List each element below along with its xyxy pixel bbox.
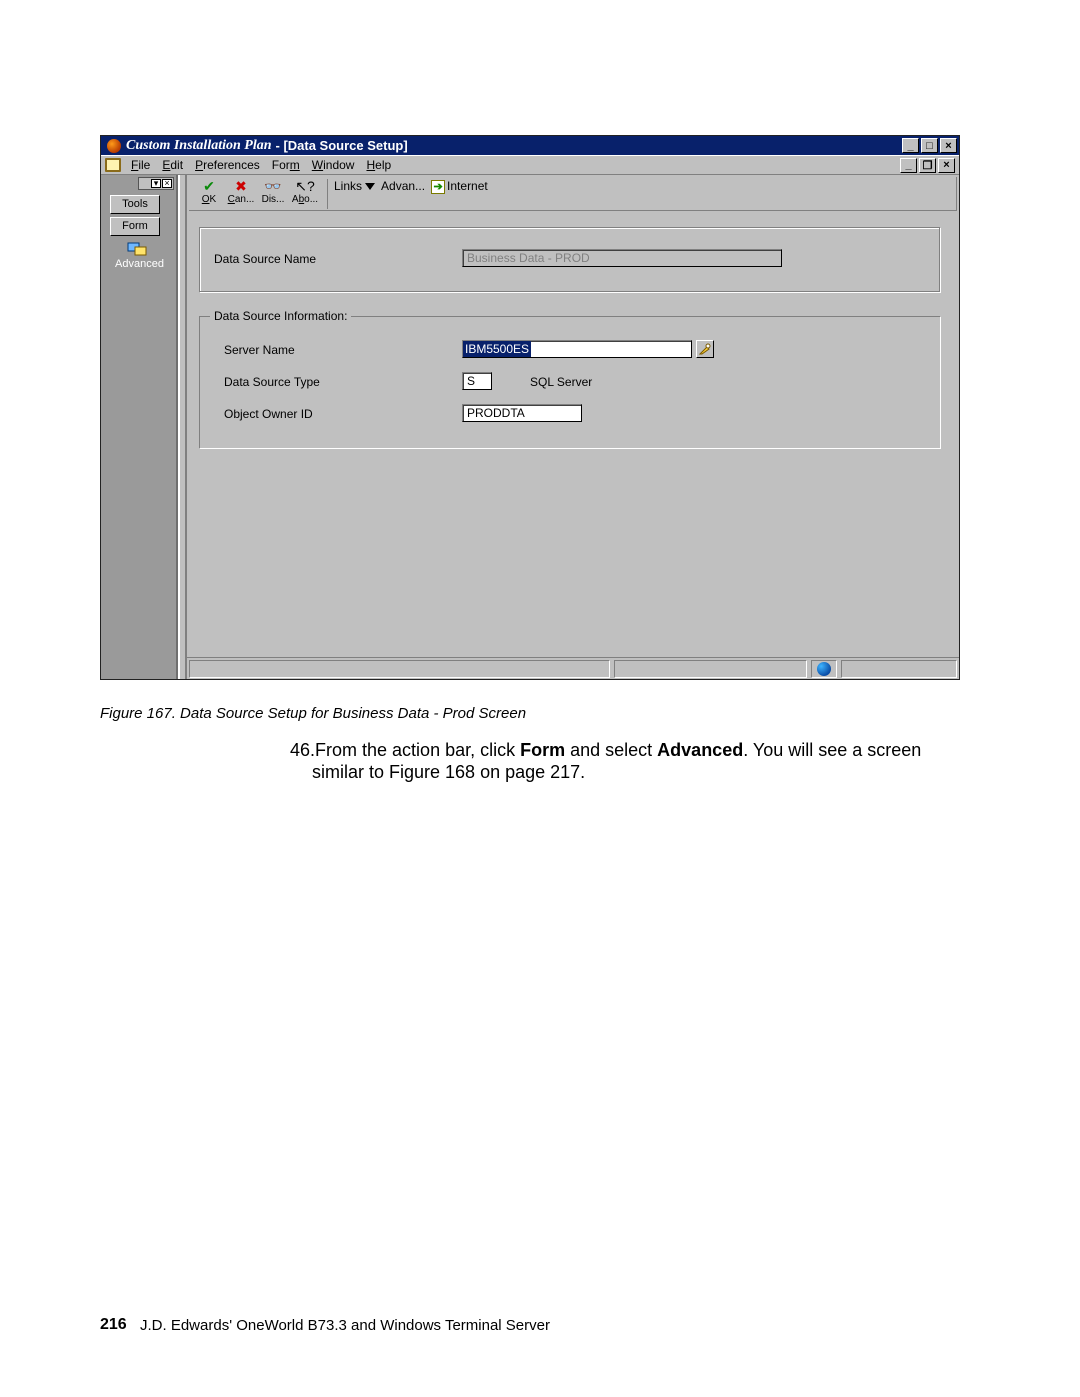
document-icon <box>105 158 121 172</box>
title-bar: Custom Installation Plan - [Data Source … <box>101 136 959 155</box>
globe-icon <box>817 662 831 676</box>
toolbar: ✔ OK ✖ Can... 👓 Dis... ↖? <box>189 177 957 211</box>
left-panel: ▾× Tools Form Advanced <box>101 175 178 679</box>
status-cell-3 <box>841 660 957 678</box>
app-title: Custom Installation Plan <box>126 138 272 154</box>
app-icon <box>107 139 121 153</box>
status-globe <box>811 660 837 678</box>
cancel-button[interactable]: ✖ Can... <box>225 179 257 209</box>
step-line-2: similar to Figure 168 on page 217. <box>312 762 585 783</box>
menu-help[interactable]: Help <box>360 158 397 172</box>
server-lookup-button[interactable] <box>696 340 714 358</box>
check-icon: ✔ <box>201 179 217 193</box>
step-line-1: 46.From the action bar, click Form and s… <box>290 740 921 761</box>
window-subtitle: - [Data Source Setup] <box>276 138 408 153</box>
vertical-splitter[interactable] <box>178 175 187 679</box>
internet-icon: ➔ <box>431 180 445 194</box>
minimize-button[interactable]: _ <box>902 138 919 153</box>
help-arrow-icon: ↖? <box>297 179 313 193</box>
app-window: Custom Installation Plan - [Data Source … <box>100 135 960 680</box>
menu-file[interactable]: File <box>125 158 156 172</box>
main-panel: ✔ OK ✖ Can... 👓 Dis... ↖? <box>187 175 959 679</box>
menu-bar: File Edit Preferences Form Window Help _… <box>101 155 959 175</box>
status-cell-2 <box>614 660 807 678</box>
ds-name-field: Business Data - PROD <box>462 249 782 267</box>
form-body: Data Source Name Business Data - PROD Da… <box>187 213 959 657</box>
ds-type-code-field[interactable]: S <box>462 372 492 390</box>
page-number: 216 <box>100 1316 127 1334</box>
page-footer: J.D. Edwards' OneWorld B73.3 and Windows… <box>140 1317 550 1334</box>
binoculars-icon: 👓 <box>265 179 281 193</box>
ds-name-label: Data Source Name <box>214 252 316 266</box>
left-advanced-label[interactable]: Advanced <box>101 258 178 270</box>
client-area: ▾× Tools Form Advanced ✔ OK <box>101 175 959 679</box>
owner-label: Object Owner ID <box>224 407 313 421</box>
owner-field[interactable]: PRODDTA <box>462 404 582 422</box>
menu-edit[interactable]: Edit <box>156 158 189 172</box>
mdi-restore-button[interactable]: ❐ <box>919 158 936 173</box>
figure-caption: Figure 167. Data Source Setup for Busine… <box>100 705 526 722</box>
panel-handle[interactable]: ▾× <box>138 177 174 190</box>
menu-form[interactable]: Form <box>266 158 306 172</box>
display-button[interactable]: 👓 Dis... <box>257 179 289 209</box>
advan-link[interactable]: Advan... <box>381 179 425 193</box>
flashlight-icon <box>699 343 711 355</box>
menu-preferences[interactable]: Preferences <box>189 158 266 172</box>
about-button[interactable]: ↖? Abo... <box>289 179 321 209</box>
links-menu[interactable]: Links <box>334 179 375 193</box>
advanced-icon[interactable] <box>127 241 147 256</box>
left-tab-tools[interactable]: Tools <box>110 195 160 214</box>
data-source-name-group: Data Source Name Business Data - PROD <box>199 227 941 293</box>
server-name-field[interactable]: IBM5500ES <box>462 340 692 358</box>
chevron-down-icon <box>365 183 375 190</box>
x-icon: ✖ <box>233 179 249 193</box>
internet-button[interactable]: ➔Internet <box>431 179 488 194</box>
ds-info-group: Data Source Information: Server Name IBM… <box>199 309 941 449</box>
left-tab-form[interactable]: Form <box>110 217 160 236</box>
status-cell-1 <box>189 660 610 678</box>
maximize-button[interactable]: □ <box>921 138 938 153</box>
ds-type-label: Data Source Type <box>224 375 320 389</box>
mdi-minimize-button[interactable]: _ <box>900 158 917 173</box>
ok-button[interactable]: ✔ OK <box>193 179 225 209</box>
status-bar <box>187 657 959 679</box>
mdi-close-button[interactable]: × <box>938 158 955 173</box>
server-name-label: Server Name <box>224 343 295 357</box>
menu-window[interactable]: Window <box>306 158 361 172</box>
ds-info-legend: Data Source Information: <box>210 309 351 323</box>
ds-type-text: SQL Server <box>530 375 592 389</box>
close-button[interactable]: × <box>940 138 957 153</box>
